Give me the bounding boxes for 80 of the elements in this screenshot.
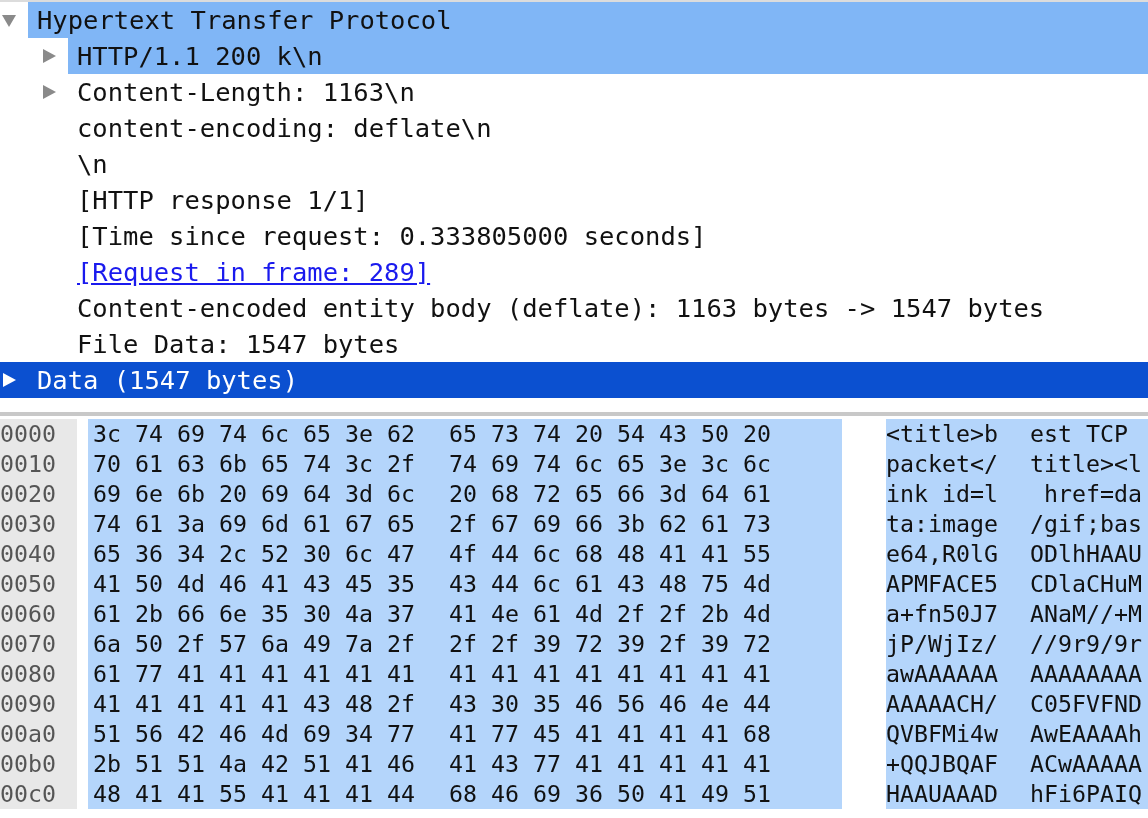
expand-triangle-icon[interactable] (2, 372, 16, 388)
tree-row[interactable]: [HTTP response 1/1] (77, 182, 1148, 218)
hex-bytes: 2b 51 51 4a 42 51 41 46 (88, 749, 432, 779)
hex-bytes: 41 77 45 41 41 41 41 68 (432, 719, 842, 749)
tree-row[interactable]: [Time since request: 0.333805000 seconds] (77, 218, 1148, 254)
hex-bytes: 61 77 41 41 41 41 41 41 (88, 659, 432, 689)
ascii-text: ta:image (886, 509, 1030, 539)
ascii-text: href=da (1030, 479, 1148, 509)
tree-row[interactable]: Content-encoded entity body (deflate): 1163 bytes -> 1547 bytes (77, 290, 1148, 326)
hex-bytes: 48 41 41 55 41 41 41 44 (88, 779, 432, 809)
ascii-text: QVBFMi4w (886, 719, 1030, 749)
ascii-text: e64,R0lG (886, 539, 1030, 569)
ascii-text: est TCP (1030, 419, 1148, 449)
offset-cell: 00a0 (0, 719, 77, 749)
ascii-text: CDlaCHuM (1030, 569, 1148, 599)
offset-cell: 00c0 (0, 779, 77, 809)
expand-triangle-icon[interactable] (42, 48, 56, 64)
hex-bytes: 2f 2f 39 72 39 2f 39 72 (432, 629, 842, 659)
hex-bytes: 61 2b 66 6e 35 30 4a 37 (88, 599, 432, 629)
ascii-text: HAAUAAAD (886, 779, 1030, 809)
hex-bytes: 74 69 74 6c 65 3e 3c 6c (432, 449, 842, 479)
hex-bytes: 69 6e 6b 20 69 64 3d 6c (88, 479, 432, 509)
offset-cell: 0050 (0, 569, 77, 599)
offset-cell: 0060 (0, 599, 77, 629)
hex-bytes: 6a 50 2f 57 6a 49 7a 2f (88, 629, 432, 659)
expand-triangle-icon[interactable] (42, 84, 56, 100)
ascii-text: //9r9/9r (1030, 629, 1148, 659)
ascii-text: APMFACE5 (886, 569, 1030, 599)
tree-row[interactable]: File Data: 1547 bytes (77, 326, 1148, 362)
offset-cell: 0030 (0, 509, 77, 539)
ascii-text: ACwAAAAA (1030, 749, 1148, 779)
ascii-text: ODlhHAAU (1030, 539, 1148, 569)
hex-bytes: 43 30 35 46 56 46 4e 44 (432, 689, 842, 719)
tree-row[interactable]: HTTP/1.1 200 k\n (68, 38, 1148, 74)
ascii-text: jP/WjIz/ (886, 629, 1030, 659)
hex-bytes: 41 41 41 41 41 43 48 2f (88, 689, 432, 719)
ascii-text: a+fn50J7 (886, 599, 1030, 629)
hex-bytes: 41 50 4d 46 41 43 45 35 (88, 569, 432, 599)
ascii-text: title><l (1030, 449, 1148, 479)
tree-row[interactable]: content-encoding: deflate\n (77, 110, 1148, 146)
hex-bytes: 43 44 6c 61 43 48 75 4d (432, 569, 842, 599)
collapse-triangle-icon[interactable] (2, 12, 16, 28)
ascii-text: packet</ (886, 449, 1030, 479)
ascii-text: C05FVFND (1030, 689, 1148, 719)
hex-bytes: 20 68 72 65 66 3d 64 61 (432, 479, 842, 509)
hex-bytes: 65 36 34 2c 52 30 6c 47 (88, 539, 432, 569)
tree-row[interactable]: Content-Length: 1163\n (77, 74, 1148, 110)
ascii-text: ink id=l (886, 479, 1030, 509)
ascii-text: /gif;bas (1030, 509, 1148, 539)
hex-bytes: 3c 74 69 74 6c 65 3e 62 (88, 419, 432, 449)
offset-cell: 0020 (0, 479, 77, 509)
hex-bytes: 70 61 63 6b 65 74 3c 2f (88, 449, 432, 479)
tree-row[interactable]: \n (77, 146, 1148, 182)
ascii-text: AwEAAAAh (1030, 719, 1148, 749)
frame-link[interactable]: [Request in frame: 289] (77, 257, 431, 287)
ascii-text: +QQJBQAF (886, 749, 1030, 779)
ascii-text: ANaM//+M (1030, 599, 1148, 629)
offset-cell: 0000 (0, 419, 77, 449)
offset-cell: 0090 (0, 689, 77, 719)
ascii-text: <title>b (886, 419, 1030, 449)
offset-cell: 0070 (0, 629, 77, 659)
ascii-text: hFi6PAIQ (1030, 779, 1148, 809)
offset-cell: 0080 (0, 659, 77, 689)
hex-bytes: 2f 67 69 66 3b 62 61 73 (432, 509, 842, 539)
offset-cell: 0040 (0, 539, 77, 569)
hex-bytes: 74 61 3a 69 6d 61 67 65 (88, 509, 432, 539)
tree-row[interactable]: Hypertext Transfer Protocol (28, 2, 1148, 38)
hex-bytes: 65 73 74 20 54 43 50 20 (432, 419, 842, 449)
ascii-text: AAAAACH/ (886, 689, 1030, 719)
offset-cell: 00b0 (0, 749, 77, 779)
hex-bytes: 41 43 77 41 41 41 41 41 (432, 749, 842, 779)
hex-bytes: 41 41 41 41 41 41 41 41 (432, 659, 842, 689)
ascii-text: awAAAAAA (886, 659, 1030, 689)
hex-bytes: 68 46 69 36 50 41 49 51 (432, 779, 842, 809)
hex-bytes: 4f 44 6c 68 48 41 41 55 (432, 539, 842, 569)
tree-row[interactable]: [Request in frame: 289] (77, 254, 1148, 290)
offset-cell: 0010 (0, 449, 77, 479)
ascii-text: AAAAAAAA (1030, 659, 1148, 689)
hex-bytes: 41 4e 61 4d 2f 2f 2b 4d (432, 599, 842, 629)
hex-bytes: 51 56 42 46 4d 69 34 77 (88, 719, 432, 749)
